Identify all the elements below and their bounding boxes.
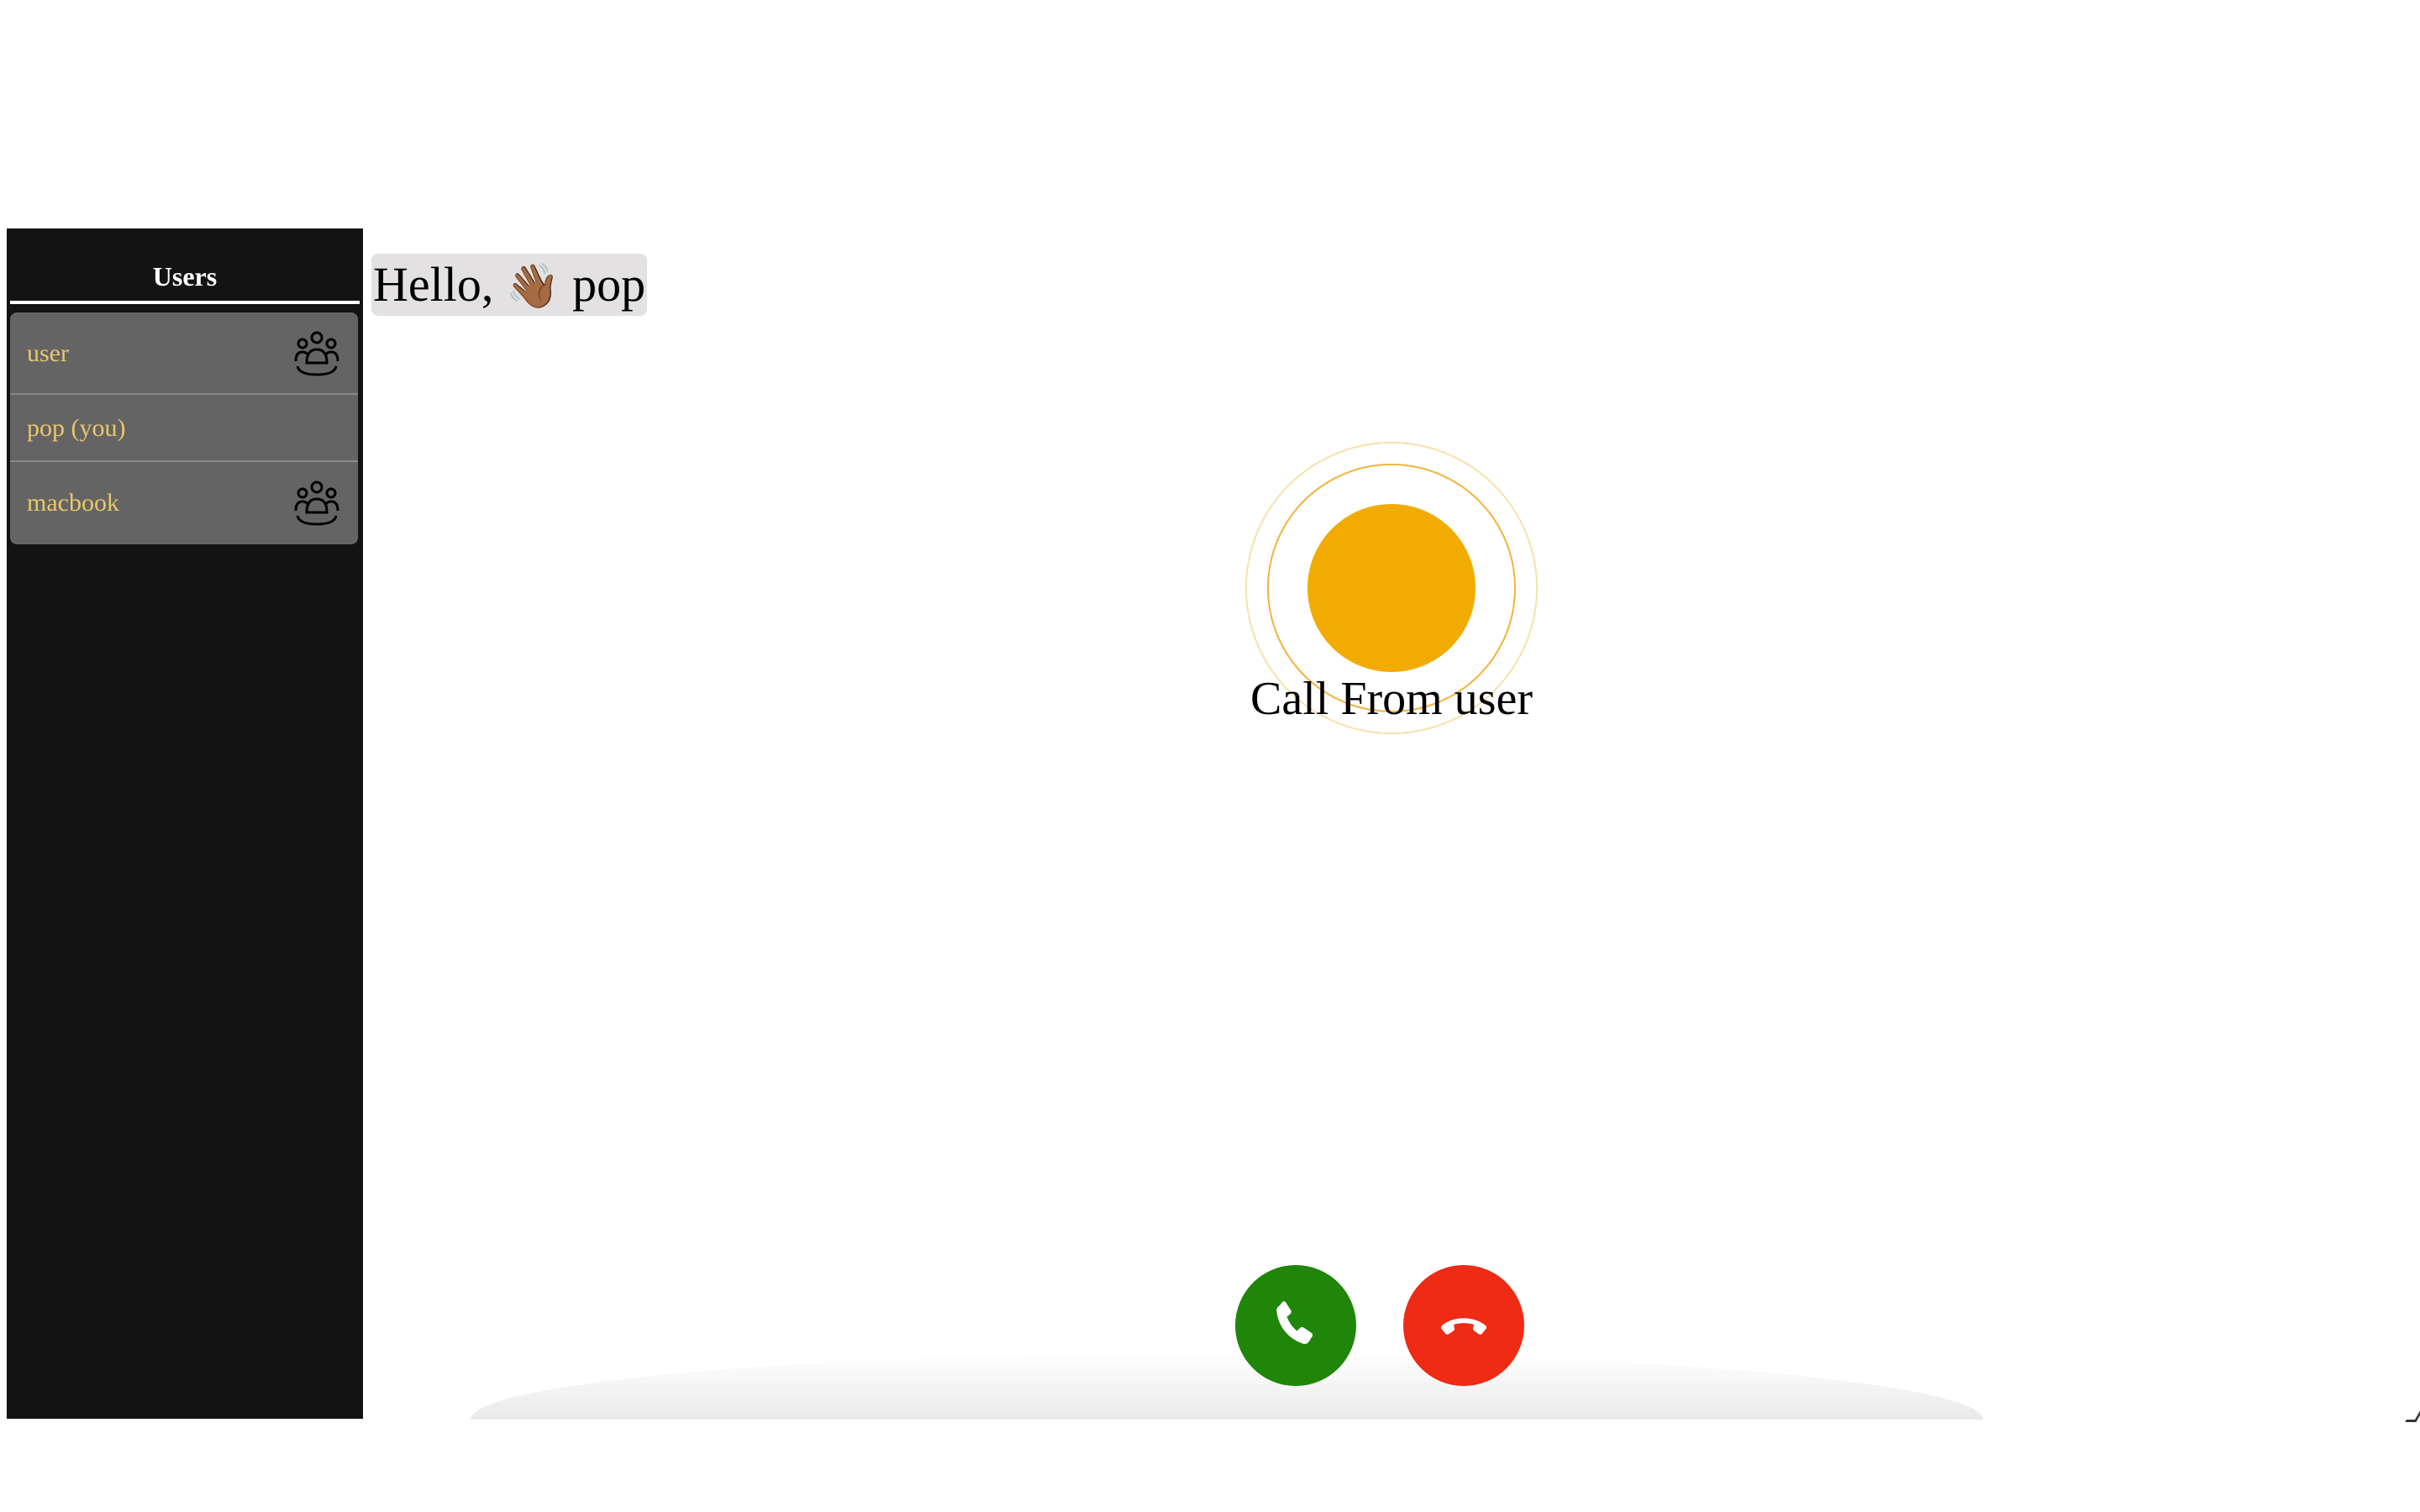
user-name: pop (you) [27, 414, 126, 442]
accept-call-button[interactable] [1235, 1265, 1356, 1386]
incoming-call-label: Call From user [1250, 673, 1533, 725]
resize-handle-icon[interactable] [2405, 1411, 2420, 1422]
user-list-item-self[interactable]: pop (you) [10, 395, 358, 462]
group-icon[interactable] [292, 329, 341, 378]
user-list: user pop (you) macbook [10, 312, 358, 544]
user-list-item-macbook[interactable]: macbook [10, 462, 358, 544]
user-list-item-user[interactable]: user [10, 312, 358, 395]
greeting-text: Hello, [373, 257, 494, 312]
group-icon[interactable] [292, 479, 341, 528]
decline-call-button[interactable] [1403, 1265, 1524, 1386]
user-name: macbook [27, 489, 119, 517]
greeting-name: pop [572, 257, 646, 312]
waving-hand-emoji: 👋🏾 [505, 261, 560, 312]
hang-up-icon [1440, 1318, 1487, 1335]
sidebar-title: Users [10, 228, 360, 304]
user-name: user [27, 339, 69, 367]
greeting-banner: Hello, 👋🏾 pop [371, 254, 648, 316]
phone-icon [1276, 1301, 1313, 1344]
caller-avatar [1307, 504, 1476, 672]
users-sidebar: Users user pop (you) macbook [7, 228, 363, 1419]
call-controls-shadow [471, 1352, 1983, 1420]
